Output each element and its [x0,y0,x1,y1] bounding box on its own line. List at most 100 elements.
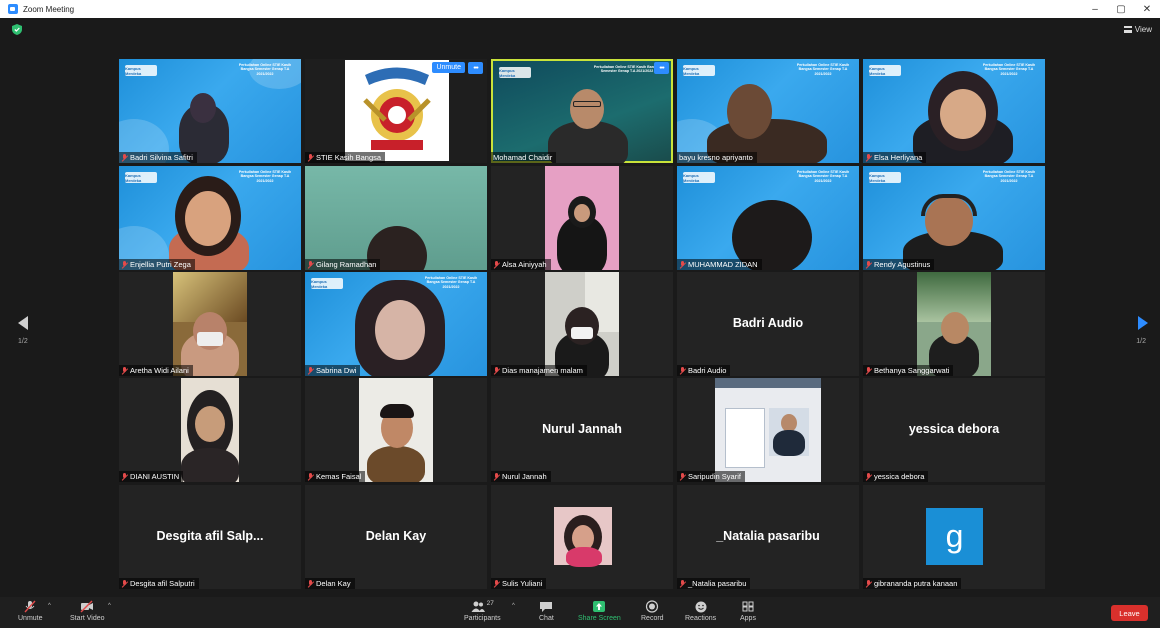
kampus-merdeka-logo: Kampus Merdeka [869,172,901,183]
mic-muted-icon [307,153,314,162]
start-video-button[interactable]: Start Video [70,600,105,622]
reactions-button[interactable]: Reactions [685,600,716,622]
participant-display-name: Desgita afil Salp... [156,529,264,543]
participant-tile[interactable]: Unmute ••• STIE Kasih Bangsa [305,59,487,163]
banner-text: Perkuliahan Online STIE Kasih Bangsa Sem… [982,63,1036,76]
view-label: View [1134,25,1152,34]
participants-button[interactable]: 27 Participants [464,600,501,622]
participant-name: Delan Kay [305,578,355,589]
meeting-toolbar: Unmute ^ Start Video ^ 27 Participants ^… [0,597,1160,628]
maximize-button[interactable]: ▢ [1108,0,1134,18]
participant-tile[interactable]: Kampus Merdeka Perkuliahan Online STIE K… [863,59,1045,163]
mic-muted-icon [121,153,128,162]
tile-more-button[interactable]: ••• [468,62,483,74]
apps-button[interactable]: Apps [740,600,756,622]
participant-tile[interactable]: Nurul Jannah Nurul Jannah [491,378,673,482]
participant-tile[interactable]: Kampus Merdeka Perkuliahan Online STIE K… [119,166,301,270]
participant-name: DIANI AUSTIN [119,471,184,482]
share-screen-button[interactable]: Share Screen [578,600,621,622]
mic-muted-icon [865,153,872,162]
participant-name: Gilang Ramadhan [305,259,381,270]
record-icon [646,600,659,613]
participant-name: Sabrina Dwi [305,365,361,376]
mic-muted-icon [865,260,872,269]
participant-tile[interactable]: Alsa Ainiyyah [491,166,673,270]
audio-options-chevron-icon[interactable]: ^ [48,603,51,609]
participant-profile-picture [554,507,612,567]
view-button[interactable]: View [1123,25,1152,34]
participant-name: Alsa Ainiyyah [491,259,551,270]
chat-button[interactable]: Chat [539,600,554,622]
participants-chevron-icon[interactable]: ^ [512,603,515,609]
mic-muted-icon [679,472,686,481]
participant-tile[interactable]: Kampus Merdeka Perkuliahan Online STIE K… [677,166,859,270]
mic-muted-icon [865,366,872,375]
banner-text: Perkuliahan Online STIE Kasih Bangsa Sem… [796,63,850,76]
participant-name: STIE Kasih Bangsa [305,152,386,163]
mic-muted-icon [121,366,128,375]
kampus-merdeka-logo: Kampus Merdeka [683,65,715,76]
participant-tile[interactable]: Kampus Merdeka Perkuliahan Online STIE K… [677,59,859,163]
mic-muted-icon [121,579,128,588]
participant-tile[interactable]: Delan Kay Delan Kay [305,485,487,589]
video-options-chevron-icon[interactable]: ^ [108,603,111,609]
participant-name: Sulis Yuliani [491,578,547,589]
participant-tile[interactable]: Sulis Yuliani [491,485,673,589]
participant-tile[interactable]: Saripudin Syarif [677,378,859,482]
meeting-area: View 1/2 1/2 Kampus Merdeka Perkuliahan … [0,18,1160,597]
apps-icon [742,601,754,612]
mic-muted-icon [307,579,314,588]
participant-tile[interactable]: DIANI AUSTIN [119,378,301,482]
participant-tile-active-speaker[interactable]: Kampus Merdeka Perkuliahan Online STIE K… [491,59,673,163]
participant-tile[interactable]: Bethanya Sanggarwati [863,272,1045,376]
participant-tile[interactable]: Gilang Ramadhan [305,166,487,270]
banner-text: Perkuliahan Online STIE Kasih Bangsa Sem… [238,170,292,183]
participant-name: _Natalia pasaribu [677,578,751,589]
unmute-button[interactable]: Unmute [18,600,43,622]
participant-tile[interactable]: Desgita afil Salp... Desgita afil Salput… [119,485,301,589]
kampus-merdeka-logo: Kampus Merdeka [125,172,157,183]
window-title: Zoom Meeting [23,4,75,14]
shield-icon[interactable] [12,24,22,35]
record-button[interactable]: Record [641,600,664,622]
banner-text: Perkuliahan Online STIE Kasih Bangsa Sem… [424,276,478,289]
share-screen-icon [593,601,606,612]
kampus-merdeka-logo: Kampus Merdeka [683,172,715,183]
tile-more-button[interactable]: ••• [654,62,669,74]
participant-name: Dias manajamen malam [491,365,587,376]
participant-tile[interactable]: Kampus Merdeka Perkuliahan Online STIE K… [305,272,487,376]
participant-tile[interactable]: Kemas Faisal [305,378,487,482]
participant-tile[interactable]: Badri Audio Badri Audio [677,272,859,376]
video-off-icon [80,600,94,613]
mic-muted-icon [307,472,314,481]
close-button[interactable]: ✕ [1134,0,1160,18]
participant-tile[interactable]: g gibrananda putra kanaan [863,485,1045,589]
kampus-merdeka-logo: Kampus Merdeka [125,65,157,76]
participant-tile[interactable]: yessica debora yessica debora [863,378,1045,482]
mic-muted-icon [493,366,500,375]
participant-tile[interactable]: _Natalia pasaribu _Natalia pasaribu [677,485,859,589]
participant-name: Nurul Jannah [491,471,551,482]
participant-avatar-letter: g [926,508,983,565]
mic-muted-icon [679,366,686,375]
leave-button[interactable]: Leave [1111,605,1148,621]
kampus-merdeka-logo: Kampus Merdeka [499,67,531,78]
minimize-button[interactable]: – [1082,0,1108,18]
participant-name: Bethanya Sanggarwati [863,365,954,376]
participant-display-name: _Natalia pasaribu [716,529,820,543]
participant-tile[interactable]: Aretha Widi Ailani [119,272,301,376]
participant-tile[interactable]: Dias manajamen malam [491,272,673,376]
window-titlebar: Zoom Meeting – ▢ ✕ [0,0,1160,18]
mic-muted-icon [493,472,500,481]
stie-logo-icon [363,67,431,150]
next-page-arrow-icon[interactable] [1136,316,1148,330]
tile-unmute-button[interactable]: Unmute [432,62,465,73]
participant-tile[interactable]: Kampus Merdeka Perkuliahan Online STIE K… [119,59,301,163]
participant-display-name: yessica debora [908,422,1000,436]
mic-muted-icon [679,260,686,269]
participant-name: yessica debora [863,471,929,482]
mic-muted-icon [121,260,128,269]
mic-muted-icon [865,472,872,481]
participant-tile[interactable]: Kampus Merdeka Perkuliahan Online STIE K… [863,166,1045,270]
prev-page-arrow-icon[interactable] [18,316,30,330]
